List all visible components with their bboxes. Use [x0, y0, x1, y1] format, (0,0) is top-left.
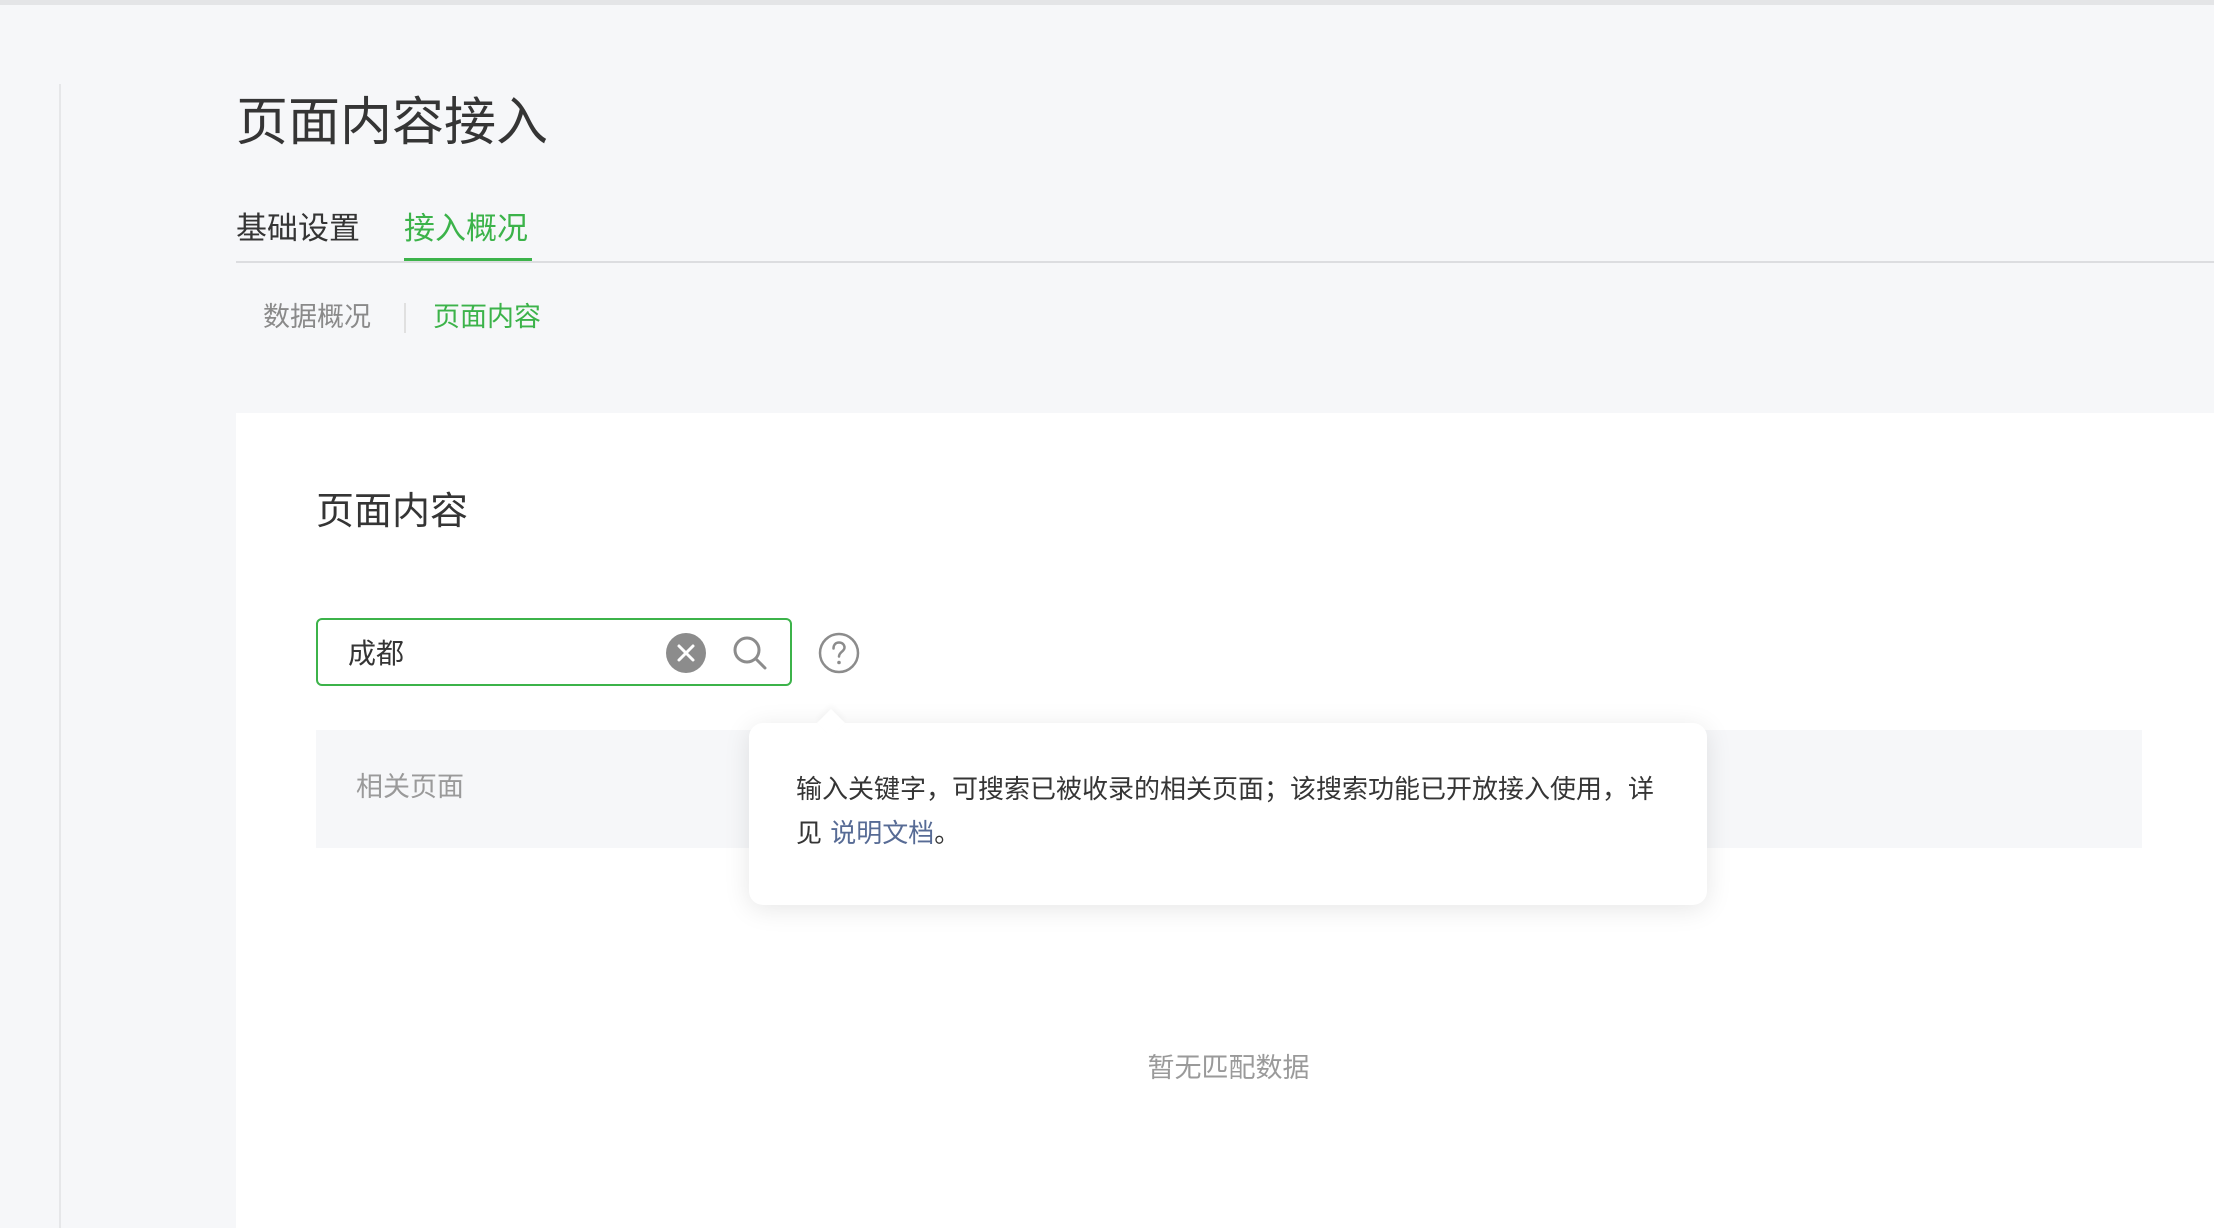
tooltip-text-after: 。: [934, 819, 961, 849]
tooltip-text: 输入关键字，可搜索已被收录的相关页面；该搜索功能已开放接入使用，详见 说明文档。: [796, 768, 1666, 856]
page-title: 页面内容接入: [236, 93, 549, 153]
subtab-page-content[interactable]: 页面内容: [433, 298, 541, 338]
subtab-separator: [404, 303, 406, 333]
left-sidebar-divider: [59, 84, 61, 1228]
panel-title: 页面内容: [316, 489, 469, 533]
column-header-related-pages: 相关页面: [356, 772, 464, 803]
subtab-data-overview[interactable]: 数据概况: [263, 298, 371, 338]
search-icon[interactable]: [730, 633, 770, 673]
tab-basic-settings[interactable]: 基础设置: [236, 203, 360, 255]
search-input[interactable]: [348, 632, 648, 672]
tabs-divider: [236, 261, 2214, 263]
top-edge-divider: [0, 0, 2214, 5]
search-box: [316, 618, 792, 686]
help-icon[interactable]: [818, 632, 860, 674]
clear-icon[interactable]: [666, 633, 706, 673]
empty-state-text: 暂无匹配数据: [1147, 1053, 1310, 1084]
tab-access-overview[interactable]: 接入概况: [404, 203, 528, 255]
help-tooltip: 输入关键字，可搜索已被收录的相关页面；该搜索功能已开放接入使用，详见 说明文档。: [749, 708, 1707, 905]
documentation-link[interactable]: 说明文档: [830, 819, 934, 849]
